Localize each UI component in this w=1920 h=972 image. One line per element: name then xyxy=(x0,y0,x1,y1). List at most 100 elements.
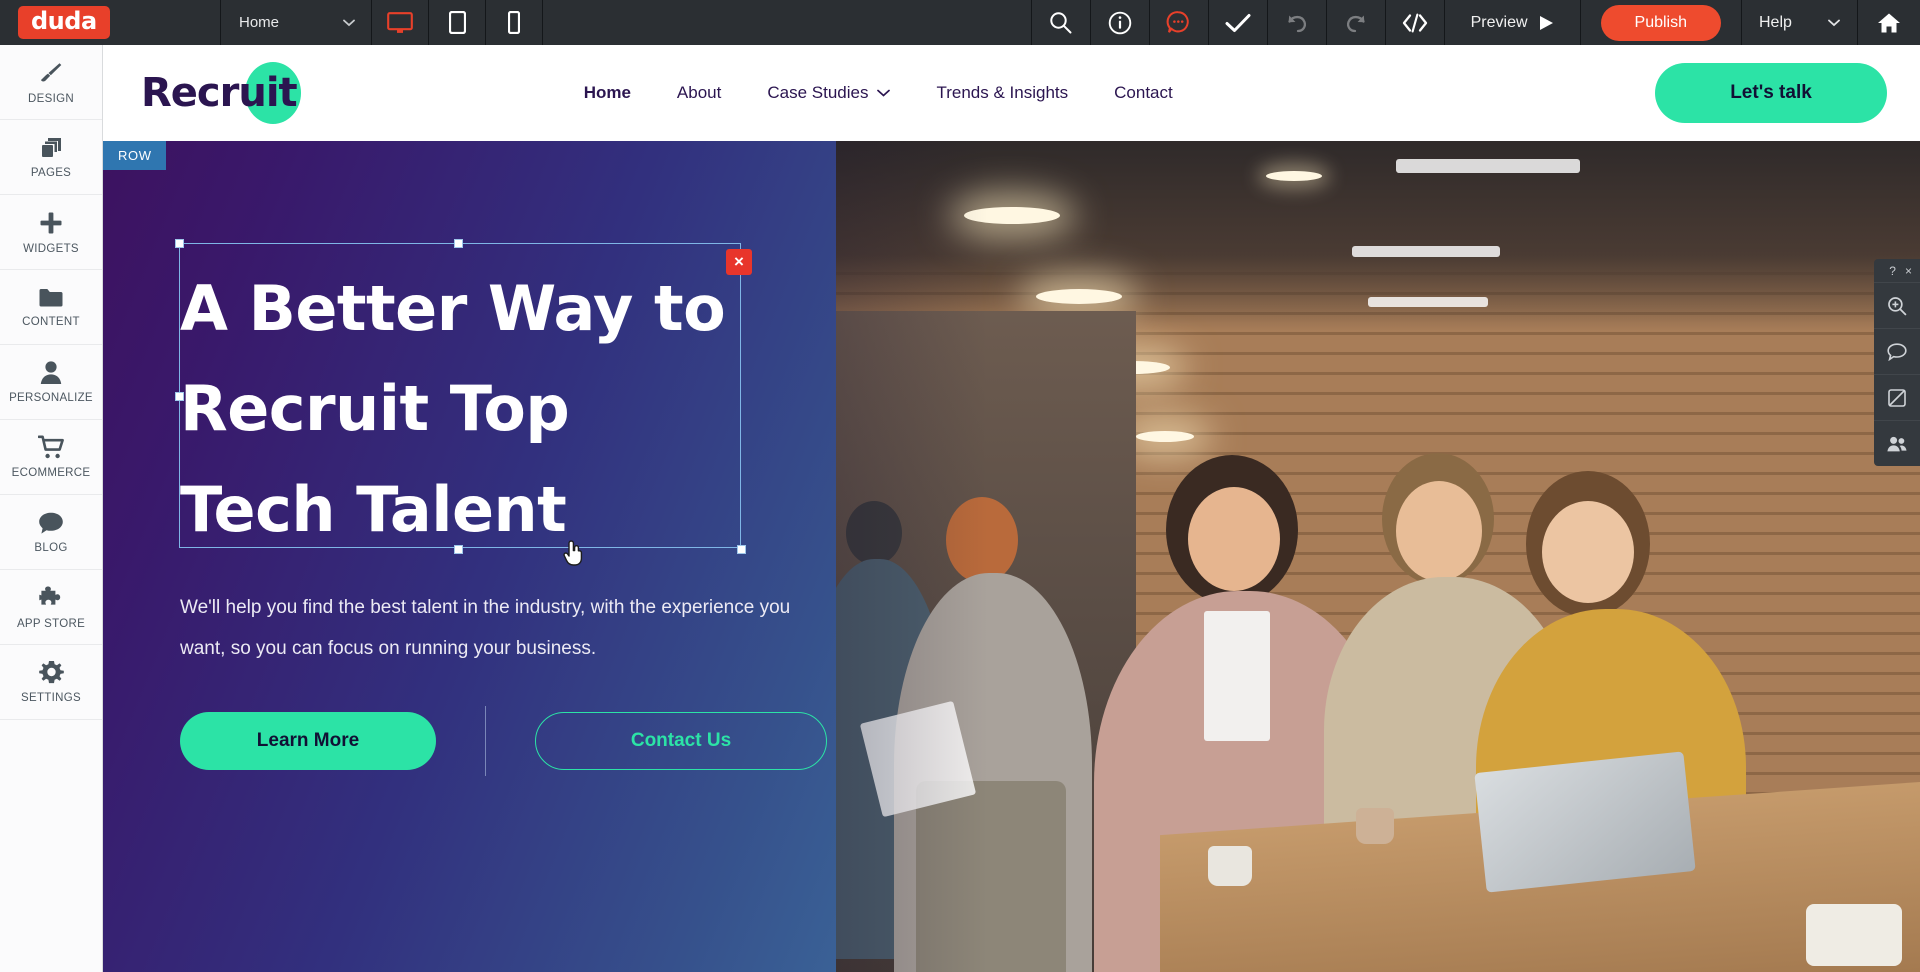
row-badge[interactable]: ROW xyxy=(103,141,166,170)
logo-text-main: Recru xyxy=(141,70,267,116)
hero-title-block[interactable]: × A Better Way to Recruit Top Tech Talen… xyxy=(175,239,752,560)
sidebar-item-label: APP STORE xyxy=(16,617,86,630)
tablet-view-button[interactable] xyxy=(429,0,485,45)
site-header: Recruit Home About Case Studies Trends &… xyxy=(103,45,1920,141)
page-selector-label: Home xyxy=(239,14,280,31)
publish-button[interactable]: Publish xyxy=(1600,4,1721,41)
publish-wrap: Publish xyxy=(1581,0,1741,45)
sidebar-item-pages[interactable]: PAGES xyxy=(0,120,102,195)
lets-talk-button[interactable]: Let's talk xyxy=(1655,63,1887,123)
code-brackets-icon xyxy=(1402,13,1427,32)
resize-handle-top-left[interactable] xyxy=(175,239,184,248)
logo-text: Recruit xyxy=(141,70,298,116)
info-button[interactable] xyxy=(1091,0,1149,45)
sidebar-item-label: ECOMMERCE xyxy=(11,467,91,479)
sidebar-item-content[interactable]: CONTENT xyxy=(0,270,102,345)
sidebar-item-blog[interactable]: BLOG xyxy=(0,495,102,570)
help-label: Help xyxy=(1759,13,1792,31)
play-triangle-icon xyxy=(1539,15,1553,30)
mobile-icon xyxy=(508,11,520,34)
sidebar-item-settings[interactable]: SETTINGS xyxy=(0,645,102,720)
shopping-cart-icon xyxy=(37,435,64,459)
nav-label: About xyxy=(676,83,722,102)
hero-inner: × A Better Way to Recruit Top Tech Talen… xyxy=(103,141,836,776)
hero-cta-group: Learn More Contact Us xyxy=(180,706,836,776)
learn-more-button[interactable]: Learn More xyxy=(180,712,436,770)
editor-top-bar: duda Home Preview Publish Help xyxy=(0,0,1920,45)
people-icon xyxy=(1887,436,1907,451)
hero-subtitle: We'll help you find the best talent in t… xyxy=(180,597,791,660)
hero-section: ROW × A Better Way to Recruit Top Tech T… xyxy=(103,141,1920,972)
sidebar-item-design[interactable]: DESIGN xyxy=(0,45,102,120)
magnifier-plus-icon xyxy=(1888,296,1907,315)
hero-title: A Better Way to Recruit Top Tech Talent xyxy=(180,272,726,546)
mobile-view-button[interactable] xyxy=(486,0,542,45)
search-icon xyxy=(1050,12,1072,34)
undo-button[interactable] xyxy=(1268,0,1326,45)
redo-button[interactable] xyxy=(1327,0,1385,45)
collaborators-tool[interactable] xyxy=(1874,420,1920,466)
dev-mode-button[interactable] xyxy=(1386,0,1444,45)
logo-text-accent: it xyxy=(265,70,298,116)
person-icon xyxy=(40,361,62,384)
duda-logo[interactable]: duda xyxy=(18,5,110,40)
website-canvas: Recruit Home About Case Studies Trends &… xyxy=(103,45,1920,972)
site-logo[interactable]: Recruit xyxy=(141,62,301,124)
nav-item-home[interactable]: Home xyxy=(584,83,631,103)
site-navigation: Home About Case Studies Trends & Insight… xyxy=(584,83,1173,103)
preview-button[interactable]: Preview xyxy=(1445,0,1580,45)
chevron-down-icon xyxy=(343,19,355,26)
sidebar-item-label: SETTINGS xyxy=(21,692,81,704)
hero-image xyxy=(836,141,1920,972)
nav-item-case-studies[interactable]: Case Studies xyxy=(767,83,891,103)
sidebar-item-widgets[interactable]: WIDGETS xyxy=(0,195,102,270)
pages-stack-icon xyxy=(42,137,61,157)
comment-bubble-icon xyxy=(1166,11,1189,33)
comment-icon xyxy=(1887,342,1907,361)
paintbrush-icon xyxy=(41,62,62,81)
info-circle-icon xyxy=(1108,11,1131,34)
contact-us-button[interactable]: Contact Us xyxy=(535,712,827,770)
nav-item-about[interactable]: About xyxy=(677,83,721,103)
floating-toolbar-help[interactable]: ? xyxy=(1889,264,1896,278)
nav-label: Case Studies xyxy=(767,83,869,102)
delete-element-button[interactable]: × xyxy=(726,249,752,275)
floating-toolbar-close[interactable]: × xyxy=(1905,264,1912,278)
resize-handle-top-middle[interactable] xyxy=(454,239,463,248)
plus-icon xyxy=(40,212,62,233)
search-button[interactable] xyxy=(1032,0,1090,45)
sidebar-item-label: BLOG xyxy=(34,541,68,554)
puzzle-piece-icon xyxy=(39,586,61,605)
nav-item-contact[interactable]: Contact xyxy=(1114,83,1173,103)
nav-item-trends-insights[interactable]: Trends & Insights xyxy=(936,83,1068,103)
home-button[interactable] xyxy=(1858,0,1920,45)
chevron-down-icon xyxy=(1828,19,1840,26)
comment-tool[interactable] xyxy=(1874,328,1920,374)
sidebar-item-personalize[interactable]: PERSONALIZE xyxy=(0,345,102,420)
help-dropdown[interactable]: Help xyxy=(1742,0,1857,45)
cta-divider xyxy=(485,706,486,776)
sidebar-item-app-store[interactable]: APP STORE xyxy=(0,570,102,645)
page-selector-dropdown[interactable]: Home xyxy=(221,0,371,45)
sidebar-item-label: WIDGETS xyxy=(23,242,79,255)
gear-icon xyxy=(38,661,64,684)
slashed-box-icon xyxy=(1888,388,1906,407)
comments-button[interactable] xyxy=(1150,0,1208,45)
nav-label: Contact xyxy=(1114,83,1173,102)
speech-bubble-icon xyxy=(39,512,63,534)
sidebar-item-label: PERSONALIZE xyxy=(9,392,93,404)
desktop-view-button[interactable] xyxy=(372,0,428,45)
checkmark-icon xyxy=(1225,13,1251,32)
tablet-icon xyxy=(448,11,466,34)
disable-edit-tool[interactable] xyxy=(1874,374,1920,420)
nav-label: Trends & Insights xyxy=(936,83,1069,102)
zoom-in-tool[interactable] xyxy=(1874,282,1920,328)
image-gradient-overlay xyxy=(836,141,1920,972)
nav-label: Home xyxy=(583,83,631,102)
approve-button[interactable] xyxy=(1209,0,1267,45)
editor-sidebar: DESIGN PAGES WIDGETS CONTENT PERSONALIZE xyxy=(0,45,103,972)
sidebar-item-ecommerce[interactable]: ECOMMERCE xyxy=(0,420,102,495)
duda-logo-wrap: duda xyxy=(0,0,220,45)
preview-label: Preview xyxy=(1470,13,1528,31)
